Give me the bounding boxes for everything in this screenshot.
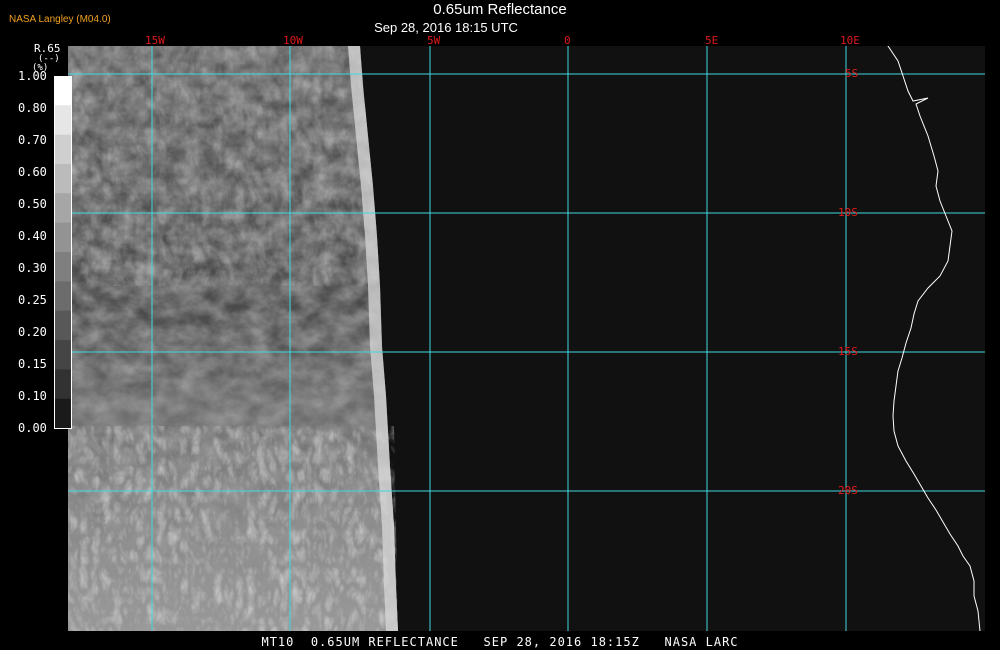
lat-label-20s: 20S <box>838 484 858 497</box>
lon-label-10w: 10W <box>283 34 303 47</box>
legend-tick-label: 0.25 <box>18 293 47 307</box>
coastline <box>887 46 981 631</box>
legend-swatch <box>54 369 72 400</box>
legend-tick-label: 0.40 <box>18 229 47 243</box>
footer-caption: MT10 0.65UM REFLECTANCE SEP 28, 2016 18:… <box>261 635 739 649</box>
lon-label-0: 0 <box>564 34 571 47</box>
legend-swatch <box>54 310 72 341</box>
legend-swatch <box>54 193 72 224</box>
image-subtitle: Sep 28, 2016 18:15 UTC <box>374 20 518 35</box>
legend-swatch <box>54 252 72 282</box>
legend-swatch <box>54 398 72 429</box>
lat-label-15s: 15S <box>838 345 858 358</box>
legend-tick-label: 0.50 <box>18 197 47 211</box>
legend-tick-label: 0.70 <box>18 133 47 147</box>
legend-tick-label: 0.10 <box>18 389 47 403</box>
legend-tick-label: 0.60 <box>18 165 47 179</box>
legend-tick-label: 1.00 <box>18 69 47 83</box>
legend-swatch <box>54 105 72 136</box>
lon-label-5w: 5W <box>427 34 441 47</box>
legend-swatch <box>54 76 72 106</box>
legend-tick-label: 0.00 <box>18 421 47 435</box>
legend-swatch <box>54 164 72 194</box>
lat-label-5s: 5S <box>845 67 859 80</box>
legend-swatch <box>54 134 72 165</box>
satellite-map <box>68 46 985 631</box>
lon-label-5e: 5E <box>705 34 719 47</box>
legend-swatch <box>54 222 72 253</box>
lon-label-10e: 10E <box>840 34 860 47</box>
legend-colorbar <box>54 76 72 429</box>
legend-tick-label: 0.30 <box>18 261 47 275</box>
legend-swatch <box>54 340 72 370</box>
image-title: 0.65um Reflectance <box>433 1 567 18</box>
map-canvas <box>68 46 985 631</box>
lon-label-15w: 15W <box>145 34 165 47</box>
legend-tick-label: 0.15 <box>18 357 47 371</box>
legend-tick-label: 0.80 <box>18 101 47 115</box>
legend-title: R.65 <box>34 42 61 55</box>
legend-swatch <box>54 281 72 312</box>
legend-tick-label: 0.20 <box>18 325 47 339</box>
lat-label-10s: 10S <box>838 206 858 219</box>
